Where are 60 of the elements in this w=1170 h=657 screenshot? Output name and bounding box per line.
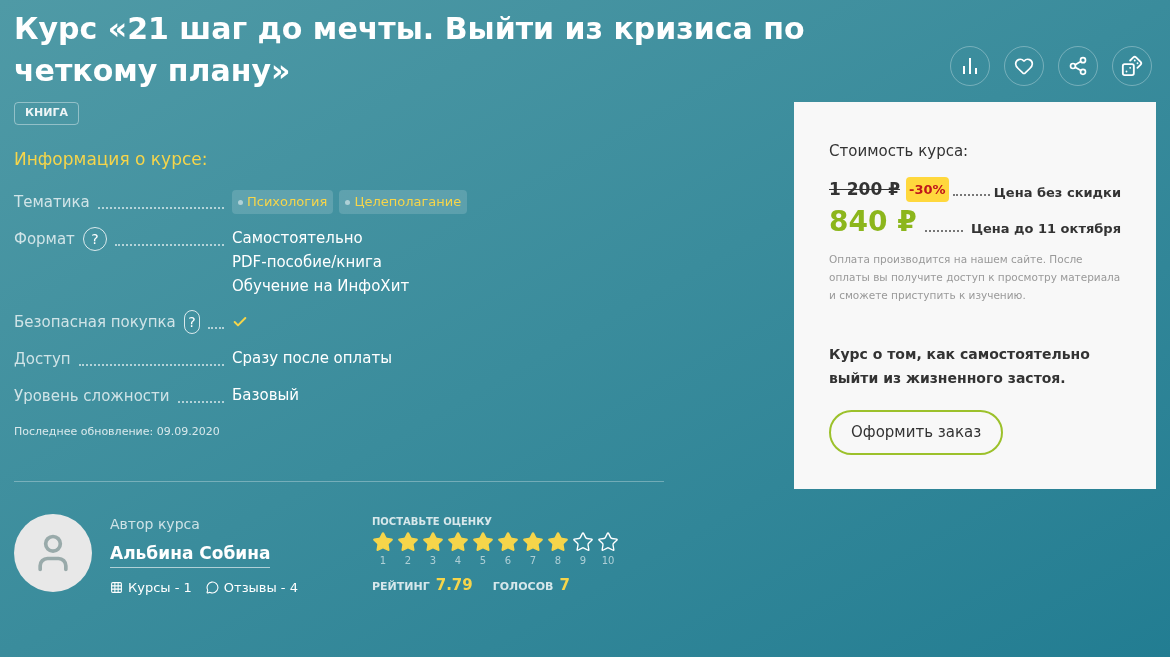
- author-caption: Автор курса: [110, 514, 201, 534]
- info-label: Тематика: [14, 192, 90, 213]
- author-link[interactable]: Альбина Собина: [110, 540, 271, 568]
- order-button[interactable]: Оформить заказ: [829, 410, 1004, 455]
- category-badge: КНИГА: [14, 102, 79, 125]
- rating-star[interactable]: [422, 530, 444, 553]
- star-number: 1: [378, 553, 388, 568]
- payment-note: Оплата производится на нашем сайте. После оплаты вы получите доступ к просмотру материала и сможете приступить к изучению.: [829, 252, 1121, 303]
- star-number: 6: [503, 553, 513, 568]
- star-number: 5: [478, 553, 488, 568]
- info-value: Сразу после оплаты: [232, 348, 392, 369]
- old-price: 1 200 ₽: [829, 177, 900, 201]
- info-label: Уровень сложности: [14, 386, 170, 407]
- rating-star[interactable]: [547, 530, 569, 553]
- info-label: Безопасная покупка: [14, 312, 176, 333]
- discount-badge: -30%: [906, 176, 949, 202]
- rating-star[interactable]: [522, 530, 544, 553]
- topic-tag[interactable]: Целеполагание: [339, 190, 468, 214]
- votes-value: 7: [559, 574, 570, 596]
- star-number: 10: [600, 553, 616, 568]
- update-date: Последнее обновление: 09.09.2020: [14, 424, 221, 440]
- star-number: 8: [553, 553, 563, 568]
- speech-bubble-icon: [205, 581, 219, 595]
- heart-icon: [1014, 56, 1034, 76]
- rating-star[interactable]: [372, 530, 394, 553]
- price-heading: Стоимость курса:: [829, 141, 970, 162]
- star-number: 7: [528, 553, 538, 568]
- topic-tag[interactable]: Психология: [232, 190, 334, 214]
- info-label: Доступ: [14, 349, 71, 370]
- rating-star[interactable]: [397, 530, 419, 553]
- rating-star[interactable]: [472, 530, 494, 553]
- info-value: Самостоятельно: [232, 228, 364, 249]
- rating-star[interactable]: [597, 530, 619, 553]
- info-label: Формат: [14, 229, 75, 250]
- star-number: 9: [578, 553, 588, 568]
- old-price-label: Цена без скидки: [993, 183, 1121, 202]
- info-value: Базовый: [232, 385, 300, 406]
- info-value: Обучение на ИнфоХит: [232, 276, 410, 297]
- courses-link[interactable]: Курсы - 1: [110, 578, 192, 598]
- section-heading: Информация о курсе:: [14, 147, 209, 171]
- discounted-price: 840 ₽: [829, 206, 917, 238]
- dice-icon: [1121, 55, 1143, 77]
- discount-deadline: Цена до 11 октября: [970, 219, 1121, 238]
- course-summary: Курс о том, как самостоятельно выйти из жизненного застоя.: [829, 345, 1091, 388]
- grid-icon: [110, 581, 123, 595]
- rating-value: 7.79: [435, 574, 473, 596]
- rating-prompt: ПОСТАВЬТЕ ОЦЕНКУ: [372, 514, 493, 529]
- votes-label: ГОЛОСОВ: [492, 578, 554, 595]
- star-number: 3: [428, 553, 438, 568]
- course-title: Курс «21 шаг до мечты. Выйти из кризиса по четкому плану»: [14, 10, 806, 90]
- rating-star[interactable]: [572, 530, 594, 553]
- bar-chart-icon: [960, 56, 980, 76]
- info-value: PDF-пособие/книга: [232, 252, 383, 273]
- rating-star[interactable]: [447, 530, 469, 553]
- share-icon: [1068, 56, 1088, 76]
- reviews-link[interactable]: Отзывы - 4: [205, 578, 298, 598]
- star-number: 2: [403, 553, 413, 568]
- rating-label: РЕЙТИНГ: [372, 578, 430, 595]
- rating-star[interactable]: [497, 530, 519, 553]
- star-number: 4: [453, 553, 463, 568]
